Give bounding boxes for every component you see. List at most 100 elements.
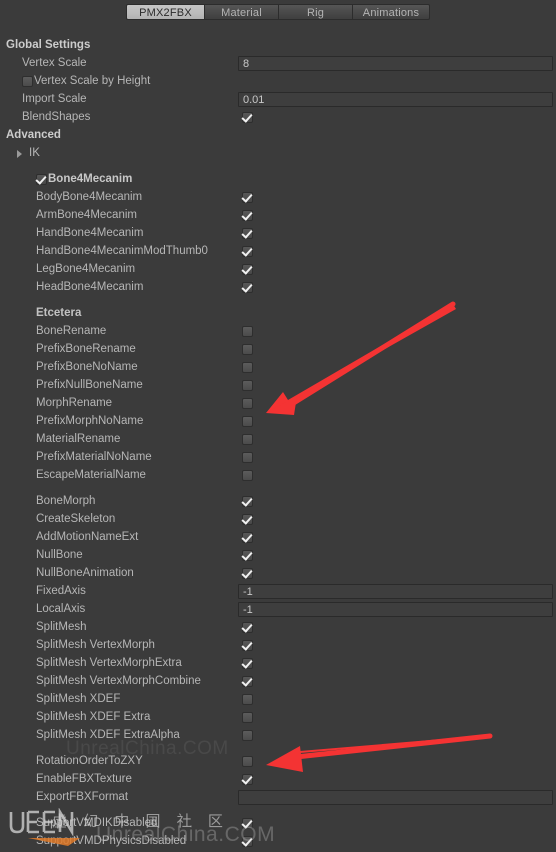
label-escapematerialname: EscapeMaterialName [36, 469, 146, 481]
checkbox-morphrename[interactable] [242, 398, 253, 409]
checkbox-bone4mecanim[interactable] [36, 174, 47, 185]
label-prefixbonenoname: PrefixBoneNoName [36, 361, 138, 373]
label-splitmesh-vertexmorph: SplitMesh VertexMorph [36, 639, 155, 651]
input-fixedaxis[interactable]: -1 [238, 584, 553, 599]
row-prefixbonerename: PrefixBoneRename [0, 341, 556, 359]
checkbox-splitmesh-vertexmorphcombine[interactable] [242, 676, 253, 687]
row-blendshapes: BlendShapes [0, 109, 556, 127]
row-bonerename: BoneRename [0, 323, 556, 341]
checkbox-enablefbxtexture[interactable] [242, 774, 253, 785]
checkbox-nullboneanimation[interactable] [242, 568, 253, 579]
checkbox-splitmesh-vertexmorph[interactable] [242, 640, 253, 651]
tab-material[interactable]: Material [204, 4, 278, 20]
row-prefixmaterialnoname: PrefixMaterialNoName [0, 449, 556, 467]
label-addmotionnameext: AddMotionNameExt [36, 531, 139, 543]
row-exportfbxformat: ExportFBXFormat [0, 789, 556, 807]
label-splitmesh-vertexmorphextra: SplitMesh VertexMorphExtra [36, 657, 182, 669]
checkbox-prefixbonerename[interactable] [242, 344, 253, 355]
row-splitmesh: SplitMesh [0, 619, 556, 637]
label-bonemorph: BoneMorph [36, 495, 96, 507]
checkbox-escapematerialname[interactable] [242, 470, 253, 481]
label-import-scale: Import Scale [22, 93, 87, 105]
tab-rig[interactable]: Rig [278, 4, 352, 20]
row-materialrename: MaterialRename [0, 431, 556, 449]
label-nullboneanimation: NullBoneAnimation [36, 567, 134, 579]
row-ik-foldout[interactable]: IK [0, 145, 556, 163]
input-vertex-scale[interactable]: 8 [238, 56, 553, 71]
checkbox-headbone4mecanim[interactable] [242, 282, 253, 293]
label-prefixnullbonename: PrefixNullBoneName [36, 379, 143, 391]
checkbox-handbone4mecanim[interactable] [242, 228, 253, 239]
checkbox-prefixmaterialnoname[interactable] [242, 452, 253, 463]
section-title-global-settings: Global Settings [6, 39, 91, 51]
checkbox-armbone4mecanim[interactable] [242, 210, 253, 221]
row-prefixbonenoname: PrefixBoneNoName [0, 359, 556, 377]
checkbox-materialrename[interactable] [242, 434, 253, 445]
row-escapematerialname: EscapeMaterialName [0, 467, 556, 485]
label-splitmesh-xdef: SplitMesh XDEF [36, 693, 121, 705]
row-morphrename: MorphRename [0, 395, 556, 413]
checkbox-nullbone[interactable] [242, 550, 253, 561]
checkbox-createskeleton[interactable] [242, 514, 253, 525]
label-morphrename: MorphRename [36, 397, 113, 409]
row-vertex-scale: Vertex Scale 8 [0, 55, 556, 73]
label-fixedaxis: FixedAxis [36, 585, 86, 597]
row-splitmesh-xdef: SplitMesh XDEF [0, 691, 556, 709]
row-nullboneanimation: NullBoneAnimation [0, 565, 556, 583]
row-bone4mecanim: Bone4Mecanim [0, 171, 556, 189]
input-exportfbxformat[interactable] [238, 790, 553, 805]
label-materialrename: MaterialRename [36, 433, 121, 445]
settings-list: Global Settings Vertex Scale 8 Vertex Sc… [0, 37, 556, 851]
chevron-right-icon[interactable] [17, 150, 22, 158]
row-handbone4mecanim: HandBone4Mecanim [0, 225, 556, 243]
section-title-etcetera: Etcetera [36, 307, 82, 319]
label-splitmesh: SplitMesh [36, 621, 87, 633]
checkbox-prefixbonenoname[interactable] [242, 362, 253, 373]
label-blendshapes: BlendShapes [22, 111, 91, 123]
label-splitmesh-xdef-extra: SplitMesh XDEF Extra [36, 711, 151, 723]
label-ik: IK [29, 147, 40, 159]
checkbox-prefixmorphnoname[interactable] [242, 416, 253, 427]
row-addmotionnameext: AddMotionNameExt [0, 529, 556, 547]
checkbox-rotationordertozxy[interactable] [242, 756, 253, 767]
checkbox-splitmesh-vertexmorphextra[interactable] [242, 658, 253, 669]
checkbox-bonemorph[interactable] [242, 496, 253, 507]
tab-pmx2fbx[interactable]: PMX2FBX [126, 4, 204, 20]
label-handbone4mecanim: HandBone4Mecanim [36, 227, 144, 239]
pmx2fbx-inspector-window: PMX2FBX Material Rig Animations Global S… [0, 0, 556, 852]
tab-animations[interactable]: Animations [352, 4, 430, 20]
label-exportfbxformat: ExportFBXFormat [36, 791, 129, 803]
row-localaxis: LocalAxis -1 [0, 601, 556, 619]
checkbox-bodybone4mecanim[interactable] [242, 192, 253, 203]
checkbox-addmotionnameext[interactable] [242, 532, 253, 543]
label-bodybone4mecanim: BodyBone4Mecanim [36, 191, 143, 203]
row-enablefbxtexture: EnableFBXTexture [0, 771, 556, 789]
row-splitmesh-xdef-extra: SplitMesh XDEF Extra [0, 709, 556, 727]
checkbox-handbone4mecanimmodthumb0[interactable] [242, 246, 253, 257]
checkbox-prefixnullbonename[interactable] [242, 380, 253, 391]
checkbox-splitmesh-xdef-extra[interactable] [242, 712, 253, 723]
checkbox-bonerename[interactable] [242, 326, 253, 337]
label-armbone4mecanim: ArmBone4Mecanim [36, 209, 137, 221]
checkbox-vertex-scale-by-height[interactable] [22, 76, 33, 87]
input-localaxis[interactable]: -1 [238, 602, 553, 617]
row-headbone4mecanim: HeadBone4Mecanim [0, 279, 556, 297]
label-legbone4mecanim: LegBone4Mecanim [36, 263, 136, 275]
row-bonemorph: BoneMorph [0, 493, 556, 511]
row-splitmesh-vertexmorph: SplitMesh VertexMorph [0, 637, 556, 655]
label-vertex-scale-by-height: Vertex Scale by Height [34, 75, 151, 87]
label-vertex-scale: Vertex Scale [22, 57, 87, 69]
row-armbone4mecanim: ArmBone4Mecanim [0, 207, 556, 225]
label-localaxis: LocalAxis [36, 603, 86, 615]
input-import-scale[interactable]: 0.01 [238, 92, 553, 107]
checkbox-blendshapes[interactable] [242, 112, 253, 123]
row-splitmesh-vertexmorphcombine: SplitMesh VertexMorphCombine [0, 673, 556, 691]
checkbox-splitmesh-xdef-extraalpha[interactable] [242, 730, 253, 741]
checkbox-splitmesh-xdef[interactable] [242, 694, 253, 705]
checkbox-splitmesh[interactable] [242, 622, 253, 633]
checkbox-legbone4mecanim[interactable] [242, 264, 253, 275]
tab-bar: PMX2FBX Material Rig Animations [0, 4, 556, 22]
section-title-advanced: Advanced [6, 129, 61, 141]
